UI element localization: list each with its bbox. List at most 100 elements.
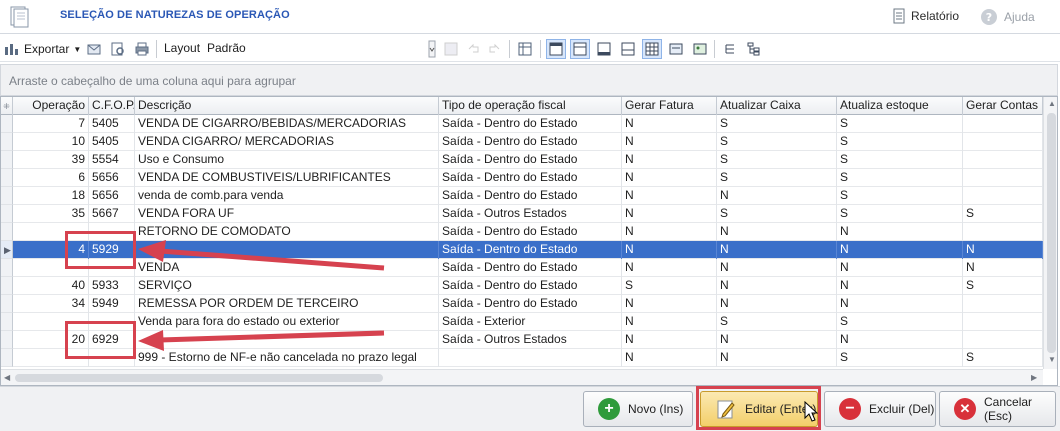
cell-cfop[interactable]: 5667: [89, 205, 135, 223]
scroll-down-icon[interactable]: ▼: [1048, 355, 1056, 364]
excluir-button[interactable]: − Excluir (Del): [824, 391, 936, 427]
cell-atualizar-caixa[interactable]: S: [717, 133, 837, 151]
cell-tipo-operacao[interactable]: Saída - Outros Estados: [439, 205, 622, 223]
cell-gerar-fatura[interactable]: N: [622, 241, 717, 259]
cell-atualizar-caixa[interactable]: S: [717, 115, 837, 133]
cell-cfop[interactable]: 5949: [89, 295, 135, 313]
cell-atualiza-estoque[interactable]: S: [837, 169, 963, 187]
cell-gerar-contas[interactable]: [963, 169, 1043, 187]
row-indicator[interactable]: [1, 331, 13, 349]
row-indicator[interactable]: [1, 277, 13, 295]
row-indicator[interactable]: [1, 115, 13, 133]
cell-atualizar-caixa[interactable]: S: [717, 313, 837, 331]
cell-atualizar-caixa[interactable]: N: [717, 295, 837, 313]
cell-gerar-fatura[interactable]: N: [622, 169, 717, 187]
cell-atualiza-estoque[interactable]: N: [837, 295, 963, 313]
cell-tipo-operacao[interactable]: Saída - Dentro do Estado: [439, 187, 622, 205]
cell-descricao[interactable]: RETORNO DE COMODATO: [135, 223, 439, 241]
cell-descricao[interactable]: Uso e Consumo: [135, 151, 439, 169]
cell-operacao[interactable]: 40: [13, 277, 89, 295]
cell-descricao[interactable]: VENDA CIGARRO/ MERCADORIAS: [135, 133, 439, 151]
row-indicator[interactable]: [1, 169, 13, 187]
cell-cfop[interactable]: 5405: [89, 133, 135, 151]
table-row[interactable]: 7 5405 VENDA DE CIGARRO/BEBIDAS/MERCADORIA…: [1, 115, 1043, 133]
cell-cfop[interactable]: 5405: [89, 115, 135, 133]
cell-gerar-contas[interactable]: [963, 187, 1043, 205]
cell-gerar-contas[interactable]: [963, 223, 1043, 241]
cell-descricao[interactable]: REMESSA POR ORDEM DE TERCEIRO: [135, 295, 439, 313]
column-header-tipo-operacao[interactable]: Tipo de operação fiscal: [439, 97, 622, 115]
scroll-right-icon[interactable]: ▶: [1031, 373, 1037, 382]
table-row[interactable]: 39 5554 Uso e Consumo Saída - Dentro do Est…: [1, 151, 1043, 169]
table-row[interactable]: 999 - Estorno de NF-e não cancelada no p…: [1, 349, 1043, 367]
cell-atualiza-estoque[interactable]: S: [837, 313, 963, 331]
cell-atualizar-caixa[interactable]: S: [717, 151, 837, 169]
cell-gerar-fatura[interactable]: N: [622, 187, 717, 205]
table-row[interactable]: 20 6929 Saída - Outros Estados N N N: [1, 331, 1043, 349]
send-email-button[interactable]: [84, 39, 104, 59]
cell-atualizar-caixa[interactable]: N: [717, 187, 837, 205]
cell-descricao[interactable]: [135, 331, 439, 349]
cell-gerar-fatura[interactable]: N: [622, 115, 717, 133]
cell-gerar-fatura[interactable]: S: [622, 277, 717, 295]
cell-gerar-contas[interactable]: S: [963, 349, 1043, 367]
cell-tipo-operacao[interactable]: [439, 349, 622, 367]
cell-atualiza-estoque[interactable]: S: [837, 187, 963, 205]
cell-gerar-fatura[interactable]: N: [622, 151, 717, 169]
row-indicator[interactable]: [1, 349, 13, 367]
table-row[interactable]: 40 5933 SERVIÇO Saída - Dentro do Estado S N N…: [1, 277, 1043, 295]
cell-gerar-fatura[interactable]: N: [622, 313, 717, 331]
cell-tipo-operacao[interactable]: Saída - Outros Estados: [439, 331, 622, 349]
cell-tipo-operacao[interactable]: Saída - Dentro do Estado: [439, 295, 622, 313]
cell-tipo-operacao[interactable]: Saída - Dentro do Estado: [439, 169, 622, 187]
vertical-scrollbar[interactable]: ▲ ▼: [1043, 97, 1057, 369]
row-indicator[interactable]: [1, 187, 13, 205]
cell-gerar-contas[interactable]: [963, 295, 1043, 313]
column-header-atualizar-caixa[interactable]: Atualizar Caixa: [717, 97, 837, 115]
row-indicator[interactable]: ▶: [1, 241, 13, 259]
row-indicator[interactable]: [1, 295, 13, 313]
row-indicator[interactable]: [1, 259, 13, 277]
cell-operacao[interactable]: 35: [13, 205, 89, 223]
cell-atualiza-estoque[interactable]: N: [837, 259, 963, 277]
cell-tipo-operacao[interactable]: Saída - Dentro do Estado: [439, 241, 622, 259]
table-row[interactable]: 34 5949 REMESSA POR ORDEM DE TERCEIRO Saída…: [1, 295, 1043, 313]
vertical-scroll-thumb[interactable]: [1047, 113, 1056, 353]
group-by-panel[interactable]: Arraste o cabeçalho de uma coluna aqui p…: [0, 64, 1058, 96]
cell-atualiza-estoque[interactable]: N: [837, 241, 963, 259]
table-row[interactable]: 10 5405 VENDA CIGARRO/ MERCADORIAS Saída - …: [1, 133, 1043, 151]
save-layout-button[interactable]: [442, 39, 460, 59]
show-group-panel-button[interactable]: [570, 39, 590, 59]
cell-operacao[interactable]: 18: [13, 187, 89, 205]
cell-gerar-contas[interactable]: N: [963, 241, 1043, 259]
cell-atualiza-estoque[interactable]: S: [837, 205, 963, 223]
cell-gerar-contas[interactable]: N: [963, 259, 1043, 277]
cell-descricao[interactable]: VENDA FORA UF: [135, 205, 439, 223]
cell-descricao[interactable]: VENDA DE CIGARRO/BEBIDAS/MERCADORIAS: [135, 115, 439, 133]
cell-atualizar-caixa[interactable]: N: [717, 241, 837, 259]
cell-atualiza-estoque[interactable]: S: [837, 133, 963, 151]
cell-gerar-contas[interactable]: S: [963, 277, 1043, 295]
column-header-atualiza-estoque[interactable]: Atualiza estoque: [837, 97, 963, 115]
cell-descricao[interactable]: 999 - Estorno de NF-e não cancelada no p…: [135, 349, 439, 367]
cell-operacao[interactable]: 10: [13, 133, 89, 151]
cell-gerar-contas[interactable]: S: [963, 205, 1043, 223]
cell-gerar-fatura[interactable]: N: [622, 259, 717, 277]
table-row[interactable]: Venda para fora do estado ou exterior Saí…: [1, 313, 1043, 331]
layout-chevron-down-icon[interactable]: [427, 39, 437, 59]
column-header-gerar-fatura[interactable]: Gerar Fatura: [622, 97, 717, 115]
cell-descricao[interactable]: Venda para fora do estado ou exterior: [135, 313, 439, 331]
cell-operacao[interactable]: 7: [13, 115, 89, 133]
row-indicator[interactable]: [1, 133, 13, 151]
scroll-up-icon[interactable]: ▲: [1048, 99, 1056, 108]
cell-atualiza-estoque[interactable]: S: [837, 115, 963, 133]
cell-gerar-contas[interactable]: [963, 151, 1043, 169]
cell-cfop[interactable]: 5656: [89, 187, 135, 205]
show-footer-button[interactable]: [594, 39, 614, 59]
cell-gerar-contas[interactable]: [963, 331, 1043, 349]
cell-atualizar-caixa[interactable]: N: [717, 223, 837, 241]
cell-gerar-fatura[interactable]: N: [622, 349, 717, 367]
cell-descricao[interactable]: VENDA DE COMBUSTIVEIS/LUBRIFICANTES: [135, 169, 439, 187]
cell-operacao[interactable]: 39: [13, 151, 89, 169]
cell-atualiza-estoque[interactable]: N: [837, 331, 963, 349]
